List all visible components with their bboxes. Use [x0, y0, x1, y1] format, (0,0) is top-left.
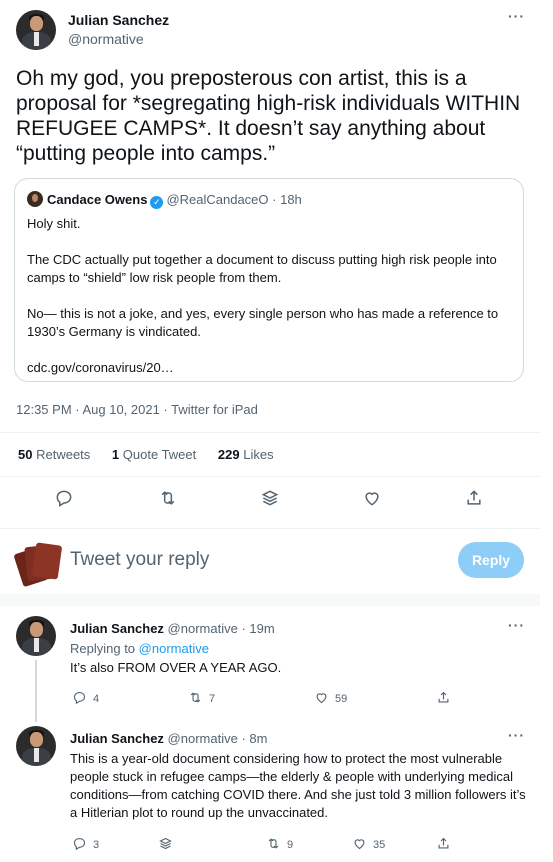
share-icon[interactable]: [436, 836, 457, 851]
like-count[interactable]: 35: [352, 836, 385, 851]
quoted-tweet-text: Holy shit. The CDC actually put together…: [27, 215, 515, 377]
reply-icon[interactable]: [54, 488, 74, 508]
author-name[interactable]: Julian Sanchez: [68, 12, 169, 28]
layers-icon[interactable]: [158, 836, 179, 851]
retweet-icon: [190, 692, 201, 703]
divider: [0, 528, 540, 529]
reply-author-handle[interactable]: @normative: [168, 621, 238, 636]
quoted-author-handle: @RealCandaceO: [166, 192, 269, 207]
thread-line: [35, 660, 37, 722]
divider: [0, 432, 540, 433]
reply-icon: [73, 691, 86, 705]
reply-time[interactable]: · 19m: [241, 621, 274, 636]
reply-count[interactable]: 3: [72, 836, 99, 851]
retweets-stat[interactable]: 50 Retweets: [18, 447, 90, 462]
quoted-paragraph: No— this is not a joke, and yes, every s…: [27, 306, 499, 339]
quoted-author-avatar: [27, 191, 43, 207]
reply-time[interactable]: · 8m: [241, 731, 267, 746]
author-avatar[interactable]: [16, 10, 56, 50]
reply-author-handle[interactable]: @normative: [168, 731, 238, 746]
reply-header: Julian Sanchez @normative · 8m: [70, 731, 267, 746]
retweet-count[interactable]: 7: [188, 690, 215, 705]
quoted-author-name: Candace Owens: [47, 192, 148, 207]
reply-author-avatar[interactable]: [16, 616, 56, 656]
tweet-text: Oh my god, you preposterous con artist, …: [16, 67, 521, 165]
author-handle[interactable]: @normative: [68, 31, 144, 47]
replying-to-handle[interactable]: @normative: [139, 641, 209, 656]
share-icon[interactable]: [436, 690, 457, 705]
retweet-icon: [268, 838, 279, 849]
divider: [0, 476, 540, 477]
more-icon[interactable]: ···: [508, 727, 525, 743]
section-separator: [0, 594, 540, 606]
reply-button[interactable]: Reply: [458, 542, 524, 578]
quoted-paragraph: The CDC actually put together a document…: [27, 252, 497, 285]
quotes-stat[interactable]: 1 Quote Tweet: [112, 447, 196, 462]
reply-text: This is a year-old document considering …: [70, 751, 526, 820]
reply-input[interactable]: Tweet your reply: [70, 549, 209, 571]
reply-icon: [73, 837, 86, 851]
retweet-icon[interactable]: [158, 488, 178, 508]
reply-author-name[interactable]: Julian Sanchez: [70, 621, 164, 636]
verified-icon: ✓: [150, 196, 164, 209]
quoted-tweet-header: Candace Owens ✓ @RealCandaceO · 18h: [27, 191, 302, 209]
more-icon[interactable]: ···: [508, 8, 525, 24]
more-icon[interactable]: ···: [508, 617, 525, 633]
heart-icon: [316, 693, 327, 704]
heart-icon[interactable]: [362, 488, 382, 508]
retweet-count[interactable]: 9: [266, 836, 293, 851]
tweet-timestamp[interactable]: 12:35 PM · Aug 10, 2021 · Twitter for iP…: [16, 402, 258, 417]
layers-icon[interactable]: [260, 488, 280, 508]
quoted-link: cdc.gov/coronavirus/20…: [27, 360, 174, 375]
reply-author-avatar[interactable]: [16, 726, 56, 766]
reply-count[interactable]: 4: [72, 690, 99, 705]
reply-author-name[interactable]: Julian Sanchez: [70, 731, 164, 746]
like-count[interactable]: 59: [314, 690, 347, 705]
heart-icon: [354, 839, 365, 850]
reply-text: It’s also FROM OVER A YEAR AGO.: [70, 660, 282, 675]
replying-to: Replying to @normative: [70, 641, 209, 656]
share-icon[interactable]: [464, 488, 484, 508]
reply-header: Julian Sanchez @normative · 19m: [70, 621, 275, 636]
quoted-tweet-time: · 18h: [272, 192, 302, 207]
engagement-stats: 50 Retweets 1 Quote Tweet 229 Likes: [18, 447, 292, 462]
quoted-tweet[interactable]: Candace Owens ✓ @RealCandaceO · 18h Holy s…: [14, 178, 524, 382]
likes-stat[interactable]: 229 Likes: [218, 447, 274, 462]
quoted-paragraph: Holy shit.: [27, 216, 81, 231]
user-avatar: [13, 540, 63, 588]
